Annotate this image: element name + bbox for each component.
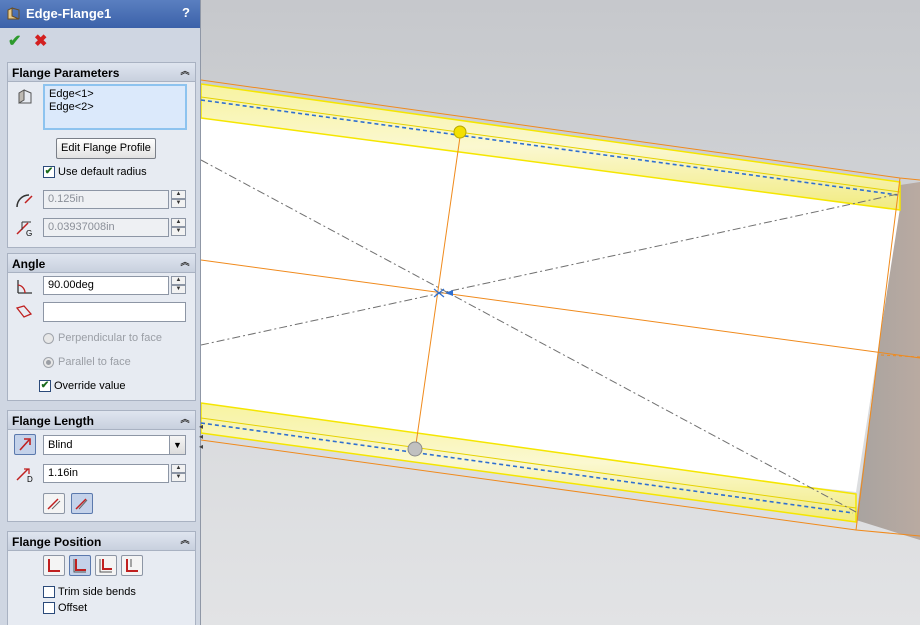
chevron-down-icon[interactable]: ▼: [169, 436, 185, 454]
flange-length-group: Flange Length ︽ Blind ▼ D 1.16in ▲ ▼: [7, 410, 196, 522]
parallel-radio[interactable]: [43, 357, 54, 368]
model-preview[interactable]: [201, 0, 920, 625]
flange-position-group: Flange Position ︽ Trim side bends Offset: [7, 531, 196, 625]
length-input[interactable]: 1.16in: [43, 464, 169, 483]
material-outside-icon: [73, 559, 86, 573]
panel-splitter-handle[interactable]: ◂ ◂ ◂: [199, 422, 207, 452]
collapse-icon[interactable]: ︽: [179, 413, 191, 425]
flange-parameters-group: Flange Parameters ︽ Edge<1> Edge<2> Edit…: [7, 62, 196, 248]
bend-outside-button[interactable]: [95, 555, 117, 576]
cancel-button[interactable]: ✖: [34, 31, 47, 51]
edit-flange-profile-button[interactable]: Edit Flange Profile: [56, 138, 156, 159]
perpendicular-radio[interactable]: [43, 333, 54, 344]
help-button[interactable]: ?: [182, 5, 190, 20]
offset-checkbox[interactable]: [43, 602, 55, 614]
feature-title: Edge-Flange1: [26, 6, 112, 21]
title-bar: Edge-Flange1 ?: [0, 0, 200, 28]
end-condition-select[interactable]: Blind ▼: [43, 435, 186, 455]
bend-radius-input[interactable]: 0.125in: [43, 190, 169, 209]
length-spinner[interactable]: ▲ ▼: [171, 464, 186, 483]
bottom-drag-handle[interactable]: [407, 441, 423, 457]
flange-position-title: Flange Position: [12, 535, 102, 549]
face-select-icon: [15, 305, 33, 318]
gap-distance-input[interactable]: 0.03937008in: [43, 218, 169, 237]
edge-select-icon: [18, 89, 32, 104]
material-inside-icon: [48, 559, 60, 572]
gap-distance-icon: G: [16, 221, 32, 238]
angle-title: Angle: [12, 257, 46, 271]
override-value-checkbox[interactable]: ✔: [39, 380, 51, 392]
svg-text:G: G: [26, 229, 32, 238]
angle-group: Angle ︽ 90.00deg ▲ ▼ Perpendicular to fac…: [7, 253, 196, 401]
collapse-icon[interactable]: ︽: [179, 256, 191, 268]
gap-distance-spinner[interactable]: ▲ ▼: [171, 218, 186, 237]
top-drag-handle[interactable]: [453, 125, 467, 139]
collapse-icon[interactable]: ︽: [179, 534, 191, 546]
inner-virtual-sharp-button[interactable]: [71, 493, 93, 514]
edge-item[interactable]: Edge<1>: [49, 88, 181, 101]
bend-from-virtual-sharp-button[interactable]: [121, 555, 143, 576]
reverse-direction-button[interactable]: [14, 434, 36, 455]
bend-radius-icon: [16, 194, 33, 208]
flange-parameters-header[interactable]: Flange Parameters ︽: [8, 63, 195, 82]
flange-angle-icon: [17, 280, 32, 294]
use-default-radius-label: Use default radius: [58, 166, 147, 178]
length-icon: D: [16, 468, 33, 484]
trim-side-bends-checkbox[interactable]: [43, 586, 55, 598]
svg-text:D: D: [27, 475, 33, 484]
trim-side-bends-label: Trim side bends: [58, 586, 136, 598]
angle-input[interactable]: 90.00deg: [43, 276, 169, 295]
outer-virtual-sharp-icon: [47, 498, 61, 510]
offset-label: Offset: [58, 602, 88, 614]
end-condition-value: Blind: [48, 439, 73, 451]
graphics-viewport[interactable]: [201, 0, 920, 625]
reverse-direction-icon: [19, 438, 31, 451]
flange-position-header[interactable]: Flange Position ︽: [8, 532, 195, 551]
flange-parameters-title: Flange Parameters: [12, 66, 120, 80]
use-default-radius-checkbox[interactable]: ✔: [43, 166, 55, 178]
inner-virtual-sharp-icon: [75, 498, 88, 510]
property-manager: Edge-Flange1 ? ✔ ✖ Flange Parameters ︽ E…: [0, 0, 203, 625]
material-inside-button[interactable]: [43, 555, 65, 576]
material-outside-button[interactable]: [69, 555, 91, 576]
edge-item[interactable]: Edge<2>: [49, 101, 181, 114]
angle-header[interactable]: Angle ︽: [8, 254, 195, 273]
flange-length-title: Flange Length: [12, 414, 94, 428]
flange-length-header[interactable]: Flange Length ︽: [8, 411, 195, 430]
bend-from-virtual-sharp-icon: [126, 559, 138, 572]
outer-virtual-sharp-button[interactable]: [43, 493, 65, 514]
edge-flange-icon: [7, 7, 20, 20]
override-value-label: Override value: [54, 380, 126, 392]
face-select-input[interactable]: [43, 302, 186, 322]
ok-button[interactable]: ✔: [8, 31, 21, 51]
collapse-icon[interactable]: ︽: [179, 65, 191, 77]
angle-spinner[interactable]: ▲ ▼: [171, 276, 186, 295]
perpendicular-label: Perpendicular to face: [58, 332, 162, 344]
edges-listbox[interactable]: Edge<1> Edge<2>: [43, 84, 187, 130]
parallel-label: Parallel to face: [58, 356, 131, 368]
bend-radius-spinner[interactable]: ▲ ▼: [171, 190, 186, 209]
bend-outside-icon: [99, 559, 112, 573]
